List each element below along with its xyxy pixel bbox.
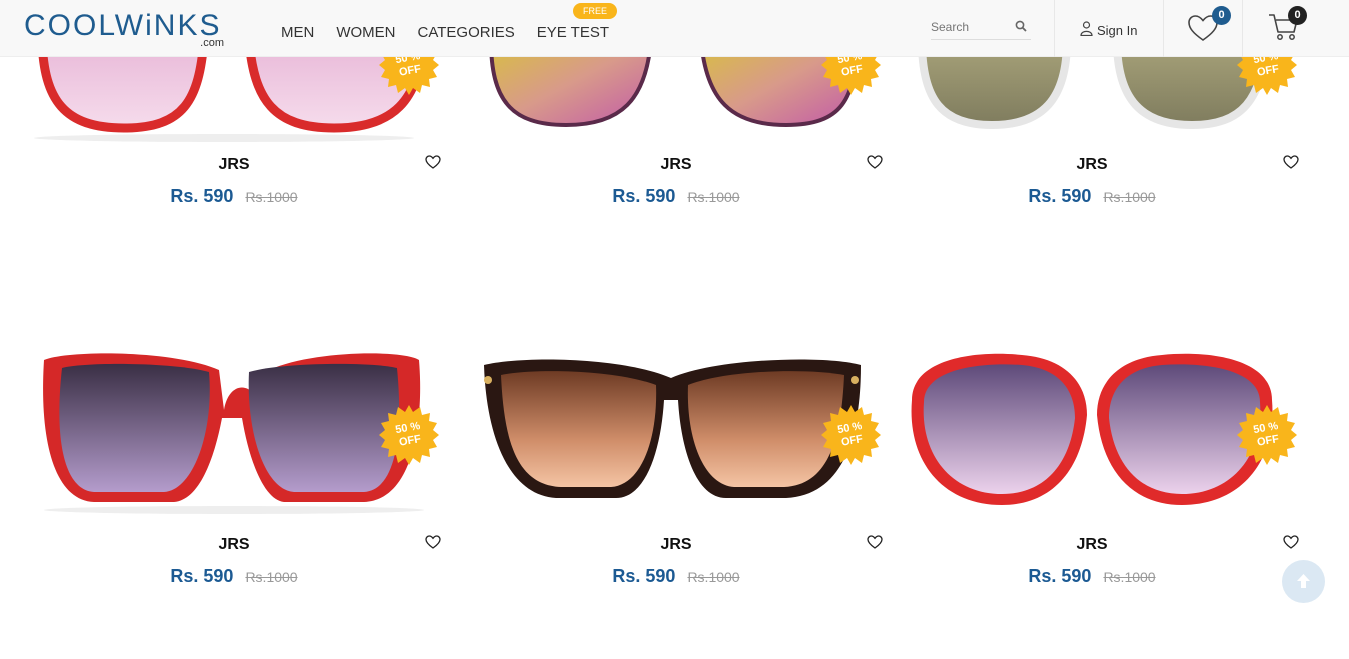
product-price: Rs. 590 — [170, 186, 234, 206]
nav-men[interactable]: MEN — [281, 24, 314, 41]
heart-icon — [1187, 15, 1219, 46]
wishlist-button[interactable]: 0 — [1187, 6, 1231, 47]
product-price: Rs. 590 — [170, 566, 234, 586]
product-mrp: Rs.1000 — [687, 569, 740, 585]
header-divider — [1163, 0, 1164, 57]
product-mrp: Rs.1000 — [1103, 569, 1156, 585]
cart-icon — [1268, 14, 1300, 46]
discount-badge: 50 % OFF — [1236, 404, 1298, 466]
price-row: Rs. 590 Rs.1000 — [882, 186, 1302, 207]
product-brand[interactable]: JRS — [466, 536, 886, 554]
discount-off: OFF — [840, 63, 864, 79]
product-mrp: Rs.1000 — [245, 569, 298, 585]
product-mrp: Rs.1000 — [687, 189, 740, 205]
product-price: Rs. 590 — [1028, 566, 1092, 586]
nav-eye-test[interactable]: EYE TEST — [537, 24, 609, 41]
wishlist-heart-icon[interactable] — [867, 535, 883, 554]
discount-badge: 50 % OFF — [820, 404, 882, 466]
free-badge: FREE — [573, 3, 618, 19]
product-mrp: Rs.1000 — [245, 189, 298, 205]
logo-text: COOLWiNKS — [24, 9, 222, 42]
discount-off: OFF — [398, 63, 422, 79]
arrow-up-icon — [1296, 573, 1311, 594]
search-input[interactable] — [931, 17, 1011, 34]
wishlist-heart-icon[interactable] — [1283, 535, 1299, 554]
product-brand[interactable]: JRS — [882, 156, 1302, 174]
product-mrp: Rs.1000 — [1103, 189, 1156, 205]
search-icon[interactable] — [1015, 19, 1027, 37]
product-price: Rs. 590 — [1028, 186, 1092, 206]
signin-label: Sign In — [1097, 22, 1138, 38]
product-brand[interactable]: JRS — [882, 536, 1302, 554]
nav-categories[interactable]: CATEGORIES — [418, 24, 515, 41]
main-nav: MEN WOMEN CATEGORIES EYE TEST — [281, 24, 631, 41]
price-row: Rs. 590 Rs.1000 — [466, 566, 886, 587]
back-to-top-button[interactable] — [1282, 560, 1325, 603]
product-brand[interactable]: JRS — [24, 536, 444, 554]
search-box — [931, 17, 1031, 40]
price-row: Rs. 590 Rs.1000 — [466, 186, 886, 207]
header-divider — [1242, 0, 1243, 57]
header-divider — [1054, 0, 1055, 57]
logo-suffix: .com — [200, 37, 224, 49]
price-row: Rs. 590 Rs.1000 — [24, 566, 444, 587]
wishlist-heart-icon[interactable] — [1283, 155, 1299, 174]
discount-off: OFF — [1256, 63, 1280, 79]
cart-button[interactable]: 0 — [1268, 6, 1307, 47]
product-price: Rs. 590 — [612, 186, 676, 206]
signin-button[interactable]: Sign In — [1080, 21, 1137, 39]
site-logo[interactable]: COOLWiNKS .com — [24, 11, 224, 51]
user-icon — [1080, 21, 1093, 39]
product-brand[interactable]: JRS — [24, 156, 444, 174]
nav-women[interactable]: WOMEN — [336, 24, 395, 41]
discount-off: OFF — [1256, 433, 1280, 449]
wishlist-heart-icon[interactable] — [867, 155, 883, 174]
discount-badge: 50 % OFF — [378, 404, 440, 466]
wishlist-heart-icon[interactable] — [425, 535, 441, 554]
wishlist-count: 0 — [1212, 6, 1231, 25]
site-header: COOLWiNKS .com MEN WOMEN CATEGORIES EYE … — [0, 0, 1349, 57]
cart-count: 0 — [1288, 6, 1307, 25]
price-row: Rs. 590 Rs.1000 — [24, 186, 444, 207]
discount-off: OFF — [840, 433, 864, 449]
product-price: Rs. 590 — [612, 566, 676, 586]
product-brand[interactable]: JRS — [466, 156, 886, 174]
wishlist-heart-icon[interactable] — [425, 155, 441, 174]
price-row: Rs. 590 Rs.1000 — [882, 566, 1302, 587]
discount-off: OFF — [398, 433, 422, 449]
